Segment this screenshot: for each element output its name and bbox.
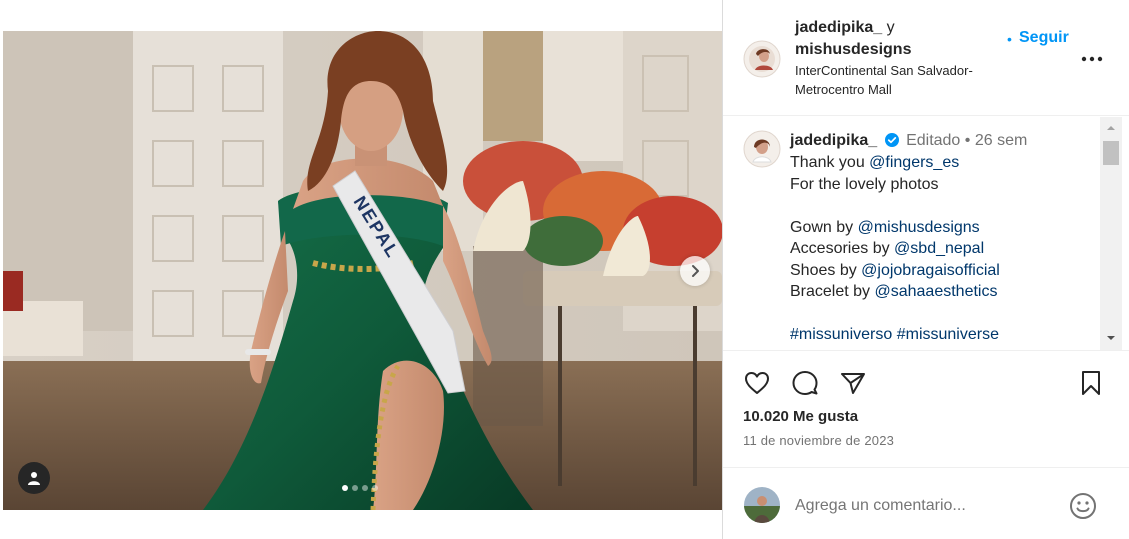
post-photo: NEPAL [3, 31, 722, 510]
mention-link[interactable]: @fingers_es [869, 154, 959, 171]
caption-header: jadedipika_ Editado • 26 sem [790, 130, 1027, 152]
scrollbar-thumb[interactable] [1103, 141, 1119, 165]
more-options-icon [1081, 56, 1103, 62]
caption-line: #missuniverso #missuniverse [790, 324, 1100, 346]
caption-text-segment: Thank you [790, 154, 870, 171]
hashtag-link[interactable]: #missuniverse [897, 326, 999, 343]
avatar-image [743, 40, 781, 78]
caption-text-segment: Gown by [790, 218, 858, 236]
author1-link[interactable]: jadedipika_ [795, 19, 882, 36]
avatar-image [744, 487, 780, 523]
caption-line: Shoes by @jojobragaisofficial [790, 260, 1100, 282]
post-media[interactable]: NEPAL [3, 31, 722, 510]
post-date[interactable]: 11 de noviembre de 2023 [743, 433, 894, 448]
chevron-right-icon [692, 265, 699, 277]
action-bar [723, 351, 1129, 411]
carousel-dot [362, 485, 368, 491]
scroll-up-icon[interactable] [1106, 123, 1116, 133]
location-link[interactable]: InterContinental San Salvador-Metrocentr… [795, 61, 1015, 99]
viewer-avatar [743, 486, 781, 524]
emoji-icon [1070, 493, 1096, 519]
post-dialog: NEPAL jadedipika_ y mishusdesigns InterC… [0, 0, 1129, 539]
caption-scrollbar[interactable] [1100, 117, 1122, 350]
caption-text-segment: Accesories by [790, 240, 895, 257]
avatar-image [743, 130, 781, 168]
caption-section[interactable]: jadedipika_ Editado • 26 sem Thank you @… [723, 117, 1129, 351]
caption-line: For the lovely photos [790, 174, 1100, 196]
carousel-dot [342, 485, 348, 491]
caption-line: Gown by @mishusdesigns [790, 217, 1100, 239]
save-button[interactable] [1077, 369, 1105, 397]
follow-bullet: • [1007, 31, 1012, 47]
carousel-next-button[interactable] [680, 256, 710, 286]
mention-link[interactable]: @jojobragaisofficial [861, 262, 1000, 279]
comment-icon [792, 371, 818, 395]
authors-joiner: y [886, 19, 895, 36]
mention-link[interactable]: @sbd_nepal [894, 240, 984, 257]
caption-text-segment: Bracelet by [790, 283, 875, 300]
carousel-indicator [342, 485, 378, 491]
comment-composer [723, 467, 1129, 539]
caption-line [790, 303, 1100, 325]
comment-button[interactable] [791, 369, 819, 397]
follow-button[interactable]: Seguir [1019, 29, 1069, 47]
user-tag-icon [28, 472, 40, 485]
like-button[interactable] [743, 369, 771, 397]
caption-text: Thank you @fingers_es For the lovely phot… [790, 152, 1100, 346]
emoji-button[interactable] [1069, 492, 1097, 520]
verified-badge-icon [884, 133, 899, 147]
hashtag-link[interactable]: #missuniverso [790, 326, 892, 343]
caption-line [790, 195, 1100, 217]
bookmark-icon [1082, 371, 1100, 395]
scroll-down-icon[interactable] [1106, 333, 1116, 343]
caption-line: Bracelet by @sahaaesthetics [790, 281, 1100, 303]
paper-plane-icon [841, 373, 865, 394]
caption-text-segment: Shoes by [790, 261, 862, 279]
carousel-dot [372, 485, 378, 491]
heart-icon [745, 372, 769, 394]
share-button[interactable] [839, 369, 867, 397]
more-options-button[interactable] [1079, 46, 1105, 72]
author2-link[interactable]: mishusdesigns [795, 41, 911, 58]
caption-line: Accesories by @sbd_nepal [790, 238, 1100, 260]
caption-line: Thank you @fingers_es [790, 152, 1100, 174]
user-tags-button[interactable] [18, 462, 50, 494]
author-avatar[interactable] [743, 40, 781, 78]
carousel-dot [352, 485, 358, 491]
caption-username[interactable]: jadedipika_ [790, 132, 877, 149]
caption-text-segment: For the lovely photos [790, 175, 939, 193]
post-header: jadedipika_ y mishusdesigns InterContine… [723, 0, 1129, 116]
post-authors: jadedipika_ y mishusdesigns [795, 17, 1005, 61]
mention-link[interactable]: @sahaaesthetics [874, 283, 997, 300]
comment-input[interactable] [795, 494, 1055, 518]
post-sidebar: jadedipika_ y mishusdesigns InterContine… [723, 0, 1129, 539]
mention-link[interactable]: @mishusdesigns [858, 219, 980, 236]
likes-count[interactable]: 10.020 Me gusta [743, 408, 858, 425]
caption-meta: Editado • 26 sem [906, 132, 1028, 149]
caption-avatar[interactable] [743, 130, 781, 168]
